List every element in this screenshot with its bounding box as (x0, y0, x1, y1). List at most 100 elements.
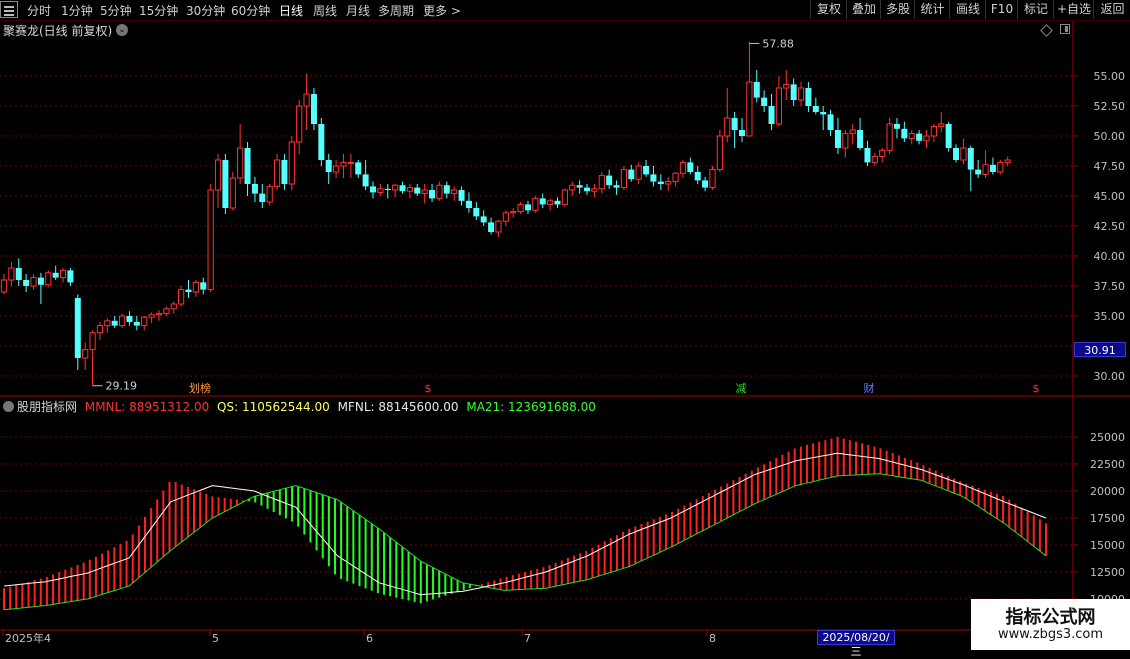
candle-body-up (510, 211, 517, 214)
candle-body-down (15, 268, 22, 280)
candle-body-down (429, 190, 436, 199)
price-tick-label: 30.00 (1094, 370, 1126, 383)
date-tick-label: 5 (212, 632, 219, 645)
candle-body-up (716, 135, 723, 171)
event-marker: 财 (864, 381, 875, 395)
candle-body-down (399, 185, 406, 192)
candle-body-down (554, 200, 561, 205)
candle-body-up (82, 349, 89, 359)
price-tick-label: 50.00 (1094, 130, 1126, 143)
candle-body-down (893, 124, 900, 129)
candle-body-up (746, 81, 753, 137)
candle-body-down (805, 88, 812, 106)
candle-body-down (200, 282, 207, 290)
date-tick-label: 2025年4 (5, 631, 51, 645)
candle-body-up (170, 303, 177, 310)
indicator-name: 股朋指标网 (17, 400, 78, 414)
price-tick-label: 52.50 (1094, 100, 1126, 113)
candle-body-up (118, 315, 126, 327)
candle-body-down (945, 124, 952, 148)
candle-body-up (266, 185, 273, 203)
candle-body-down (318, 124, 325, 160)
candle-body-down (414, 187, 421, 194)
indicator-tick-label: 22500 (1090, 458, 1125, 471)
candle-body-down (702, 180, 709, 188)
candle-body-down (458, 190, 465, 201)
candle-body-down (370, 186, 376, 193)
candle-body-up (517, 203, 524, 213)
candle-body-up (709, 169, 716, 189)
candle-body-up (45, 272, 52, 286)
candle-body-down (827, 114, 834, 130)
indicator-menu-icon[interactable] (3, 401, 14, 412)
indicator-tick-label: 15000 (1090, 539, 1125, 552)
candle-body-up (421, 189, 428, 195)
indicator-tick-label: 25000 (1090, 431, 1125, 444)
candle-body-down (643, 166, 650, 175)
candle-body-down (687, 162, 694, 172)
last-price-label: 30.91 (1074, 342, 1126, 357)
candle-body-up (377, 188, 384, 193)
price-tick-label: 42.50 (1094, 220, 1126, 233)
price-tick-label: 40.00 (1094, 250, 1126, 263)
candle-body-up (340, 161, 347, 167)
candle-body-up (1004, 159, 1011, 163)
candle-body-down (52, 272, 59, 278)
candle-body-up (665, 181, 672, 185)
candle-body-up (155, 313, 163, 316)
candle-body-down (584, 187, 591, 192)
event-marker: $ (1033, 382, 1040, 395)
candle-body-down (310, 94, 317, 124)
candle-body-up (296, 105, 303, 143)
candle-body-up (406, 187, 413, 192)
candle-body-up (303, 93, 310, 107)
candle-body-down (126, 316, 133, 322)
price-chart[interactable]: 55.00 52.50 50.00 47.50 45.00 42.50 40.00 37.50… (0, 0, 1130, 650)
candle-body-up (141, 316, 148, 327)
event-marker: 划榜 (189, 381, 211, 395)
candle-body-up (724, 117, 731, 137)
candle-body-down (834, 130, 841, 148)
candle-body-down (812, 106, 819, 112)
candle-body-up (392, 184, 399, 191)
watermark: 指标公式网 www.zbgs3.com (971, 599, 1130, 650)
candle-body-up (495, 220, 502, 233)
candle-body-up (288, 141, 295, 185)
candle-body-up (620, 169, 628, 189)
candle-body-up (273, 159, 281, 187)
indicator-title: 股朋指标网 MMNL: 88951312.00 QS: 110562544.00… (3, 398, 596, 415)
candle-body-up (797, 87, 805, 101)
date-tick-label: 8 (709, 632, 716, 645)
price-tick-label: 47.50 (1094, 160, 1126, 173)
candle-body-down (473, 208, 480, 217)
candle-body-down (480, 216, 487, 223)
candle-body-up (775, 87, 782, 125)
ma21-line (3, 473, 1047, 611)
candle-body-down (355, 162, 362, 175)
candle-body-up (532, 197, 539, 211)
candle-body-down (539, 198, 546, 205)
candle-body-up (163, 308, 170, 315)
candle-body-up (591, 188, 598, 192)
candle-body-up (842, 133, 849, 149)
candle-body-down (953, 148, 960, 160)
candle-body-down (864, 148, 871, 163)
indicator-values: MMNL: 88951312.00 QS: 110562544.00 MFNL:… (81, 400, 596, 414)
candle-body-down (768, 106, 775, 124)
candle-body-up (547, 200, 554, 205)
price-tick-label: 37.50 (1094, 280, 1126, 293)
candle-body-down (975, 169, 982, 175)
candle-body-down (325, 160, 332, 172)
candle-body-down (133, 322, 140, 326)
candle-body-down (857, 130, 864, 148)
candle-body-down (67, 270, 74, 283)
candle-body-down (739, 130, 745, 136)
candle-body-down (628, 169, 635, 180)
candle-body-down (259, 193, 266, 202)
indicator-value-3: MA21: 123691688.00 (462, 400, 596, 414)
candle-body-up (8, 267, 15, 281)
indicator-value-2: MFNL: 88145600.00 (333, 400, 459, 414)
candle-body-down (281, 160, 288, 184)
candle-body-down (23, 280, 30, 286)
candle-body-down (916, 133, 923, 141)
